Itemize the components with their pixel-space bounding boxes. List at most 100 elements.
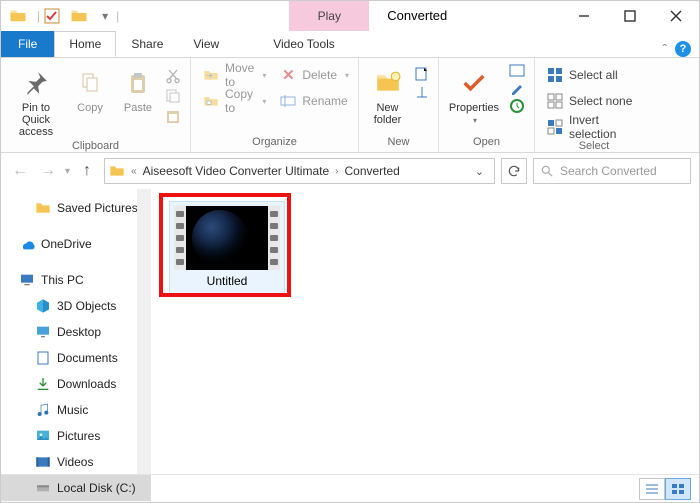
select-all-icon [547, 67, 563, 83]
qat-checkbox-icon[interactable] [44, 8, 60, 24]
edit-icon[interactable] [509, 80, 525, 96]
folder-icon [9, 7, 31, 29]
qat-folder-icon[interactable] [70, 7, 92, 29]
properties-icon [460, 66, 488, 100]
copy-button[interactable]: Copy [69, 62, 111, 114]
video-thumbnail [174, 206, 280, 270]
documents-icon [35, 350, 51, 366]
tab-video-tools[interactable]: Video Tools [258, 31, 350, 57]
paste-icon [126, 66, 150, 100]
tab-view[interactable]: View [178, 31, 234, 57]
breadcrumb-item[interactable]: Aiseesoft Video Converter Ultimate [143, 164, 330, 178]
desktop-icon [35, 324, 51, 340]
tree-item-desktop[interactable]: Desktop [1, 319, 151, 345]
invert-selection-icon [547, 119, 563, 135]
tree-item-pictures[interactable]: Pictures [1, 423, 151, 449]
file-name-label: Untitled [174, 274, 280, 288]
drive-icon [35, 480, 51, 496]
minimize-ribbon-icon[interactable]: ˆ [662, 41, 667, 57]
tab-home[interactable]: Home [54, 31, 116, 57]
breadcrumb-item[interactable]: Converted [344, 164, 399, 178]
group-label-new: New [367, 134, 430, 150]
delete-icon: ✕ [280, 67, 296, 83]
contextual-tab-label: Play [289, 1, 369, 31]
details-view-button[interactable] [639, 478, 665, 500]
chevron-left-icon[interactable]: « [129, 166, 139, 177]
group-label-organize: Organize [199, 134, 350, 150]
copy-to-button[interactable]: Copy to▾ [199, 90, 270, 112]
search-box[interactable] [533, 158, 691, 184]
downloads-icon [35, 376, 51, 392]
up-button[interactable]: ↑ [76, 160, 98, 182]
videos-icon [35, 454, 51, 470]
tree-item-3d-objects[interactable]: 3D Objects [1, 293, 151, 319]
new-folder-button[interactable]: New folder [367, 62, 408, 126]
new-item-icon[interactable] [414, 66, 430, 82]
address-bar[interactable]: « Aiseesoft Video Converter Ultimate › C… [104, 158, 495, 184]
tab-file[interactable]: File [1, 31, 54, 57]
tree-item-downloads[interactable]: Downloads [1, 371, 151, 397]
back-button[interactable]: ← [9, 160, 31, 182]
recent-locations-icon[interactable]: ▾ [65, 166, 70, 177]
open-icon[interactable] [509, 62, 525, 78]
minimize-button[interactable] [561, 1, 607, 31]
new-folder-icon [373, 66, 403, 100]
qat-overflow-icon[interactable]: ▾ [98, 9, 112, 23]
tree-item-saved-pictures[interactable]: Saved Pictures [1, 195, 151, 221]
folder-icon [35, 200, 51, 216]
onedrive-icon [19, 236, 35, 252]
address-dropdown-icon[interactable]: ⌄ [469, 165, 490, 178]
tab-share[interactable]: Share [116, 31, 178, 57]
group-label-open: Open [447, 134, 526, 150]
delete-button[interactable]: ✕ Delete▾ [276, 64, 353, 86]
thumbnail-view-button[interactable] [665, 478, 691, 500]
history-icon[interactable] [509, 98, 525, 114]
copy-icon [78, 66, 102, 100]
easy-access-icon[interactable] [414, 84, 430, 100]
file-item[interactable]: Untitled [169, 201, 285, 295]
close-button[interactable] [653, 1, 699, 31]
tree-item-local-disk[interactable]: Local Disk (C:) [1, 475, 151, 501]
pin-icon [23, 66, 49, 100]
rename-button[interactable]: Rename [276, 90, 353, 112]
invert-selection-button[interactable]: Invert selection [543, 116, 645, 138]
tree-item-onedrive[interactable]: OneDrive [1, 231, 151, 257]
properties-button[interactable]: Properties ▾ [447, 62, 501, 125]
file-list-area[interactable]: Untitled [151, 189, 699, 474]
ribbon-body: Pin to Quick access Copy Paste Clipboard [1, 57, 699, 153]
cut-icon[interactable] [165, 68, 181, 84]
copy-to-icon [203, 93, 219, 109]
window-title: Converted [369, 1, 447, 31]
maximize-button[interactable] [607, 1, 653, 31]
tree-scrollbar[interactable] [137, 189, 151, 474]
refresh-button[interactable] [501, 158, 527, 184]
select-all-button[interactable]: Select all [543, 64, 645, 86]
pin-to-quick-access-button[interactable]: Pin to Quick access [9, 62, 63, 138]
chevron-right-icon[interactable]: › [333, 166, 340, 177]
tree-item-videos[interactable]: Videos [1, 449, 151, 475]
paste-shortcut-icon[interactable] [165, 108, 181, 124]
help-icon[interactable]: ? [675, 41, 691, 57]
divider-icon: | [116, 9, 119, 23]
music-icon [35, 402, 51, 418]
select-none-icon [547, 93, 563, 109]
tree-item-music[interactable]: Music [1, 397, 151, 423]
move-to-icon [203, 67, 219, 83]
forward-button[interactable]: → [37, 160, 59, 182]
title-bar: | ▾ | Play Converted [1, 1, 699, 31]
move-to-button[interactable]: Move to▾ [199, 64, 270, 86]
navigation-bar: ← → ▾ ↑ « Aiseesoft Video Converter Ulti… [1, 153, 699, 189]
group-label-clipboard: Clipboard [9, 138, 182, 154]
navigation-tree: Saved Pictures OneDrive This PC 3D Objec… [1, 189, 151, 474]
search-icon [540, 164, 554, 178]
paste-button[interactable]: Paste [117, 62, 159, 114]
tree-item-this-pc[interactable]: This PC [1, 267, 151, 293]
main-area: Saved Pictures OneDrive This PC 3D Objec… [1, 189, 699, 474]
rename-icon [280, 93, 296, 109]
search-input[interactable] [560, 164, 684, 178]
copy-path-icon[interactable] [165, 88, 181, 104]
divider-icon: | [37, 9, 40, 23]
tree-item-documents[interactable]: Documents [1, 345, 151, 371]
pictures-icon [35, 428, 51, 444]
select-none-button[interactable]: Select none [543, 90, 645, 112]
